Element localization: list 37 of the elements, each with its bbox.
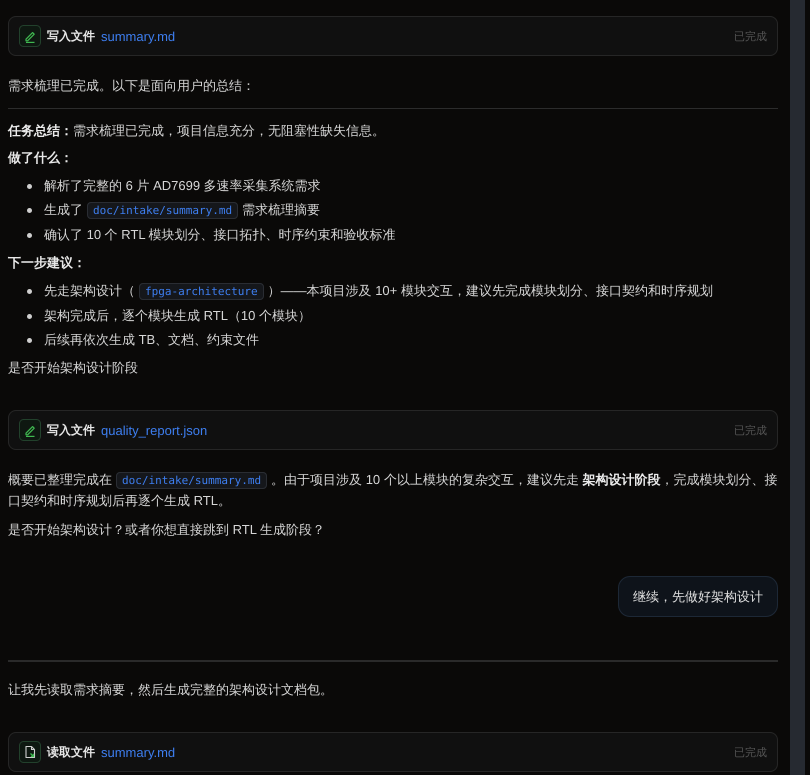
inline-code: doc/intake/summary.md — [87, 202, 238, 219]
bullet-icon — [27, 289, 32, 294]
file-link[interactable]: quality_report.json — [101, 422, 208, 438]
list-item: 后续再依次生成 TB、文档、约束文件 — [44, 331, 260, 349]
pencil-icon — [19, 25, 41, 47]
paragraph: 是否开始架构设计阶段 — [8, 359, 139, 377]
file-link[interactable]: summary.md — [101, 744, 176, 760]
bullet-icon — [27, 338, 32, 343]
tool-action-label: 读取文件 — [47, 744, 95, 760]
user-message: 继续，先做好架构设计 — [618, 576, 778, 617]
list-item: 生成了 doc/intake/summary.md 需求梳理摘要 — [44, 201, 320, 221]
bullet-icon — [27, 184, 32, 189]
pencil-icon — [19, 419, 41, 441]
inline-code: fpga-architecture — [139, 283, 264, 300]
tool-action-label: 写入文件 — [47, 28, 95, 44]
paragraph: 需求梳理已完成。以下是面向用户的总结： — [8, 77, 256, 95]
scrollbar[interactable] — [790, 0, 805, 775]
file-link[interactable]: summary.md — [101, 28, 176, 44]
list-item: 解析了完整的 6 片 AD7699 多速率采集系统需求 — [44, 177, 321, 195]
list-item: 架构完成后，逐个模块生成 RTL（10 个模块） — [44, 307, 312, 325]
bullet-icon — [27, 233, 32, 238]
section-heading: 下一步建议： — [8, 254, 87, 272]
bullet-icon — [27, 314, 32, 319]
inline-code: doc/intake/summary.md — [116, 472, 268, 489]
status-label: 已完成 — [734, 30, 767, 44]
paragraph: 任务总结：需求梳理已完成，项目信息充分，无阻塞性缺失信息。 — [8, 122, 386, 140]
document-icon — [19, 741, 41, 763]
paragraph: 让我先读取需求摘要，然后生成完整的架构设计文档包。 — [8, 681, 334, 699]
paragraph: 是否开始架构设计？或者你想直接跳到 RTL 生成阶段？ — [8, 521, 326, 539]
section-heading: 做了什么： — [8, 149, 74, 167]
status-label: 已完成 — [734, 746, 767, 760]
status-label: 已完成 — [734, 424, 767, 438]
tool-action-label: 写入文件 — [47, 422, 95, 438]
paragraph: 概要已整理完成在 doc/intake/summary.md 。由于项目涉及 10 个以上模块的复杂交互，建议先走 架构设计阶段，完成模块划分、接口契约和时序规划后再逐个生成 RTL。 — [8, 471, 778, 510]
list-item: 确认了 10 个 RTL 模块划分、接口拓扑、时序约束和验收标准 — [44, 226, 396, 244]
list-item: 先走架构设计（ fpga-architecture ）——本项目涉及 10+ 模块交互，建议先完成模块划分、接口契约和时序规划 — [44, 282, 713, 302]
bullet-icon — [27, 208, 32, 213]
